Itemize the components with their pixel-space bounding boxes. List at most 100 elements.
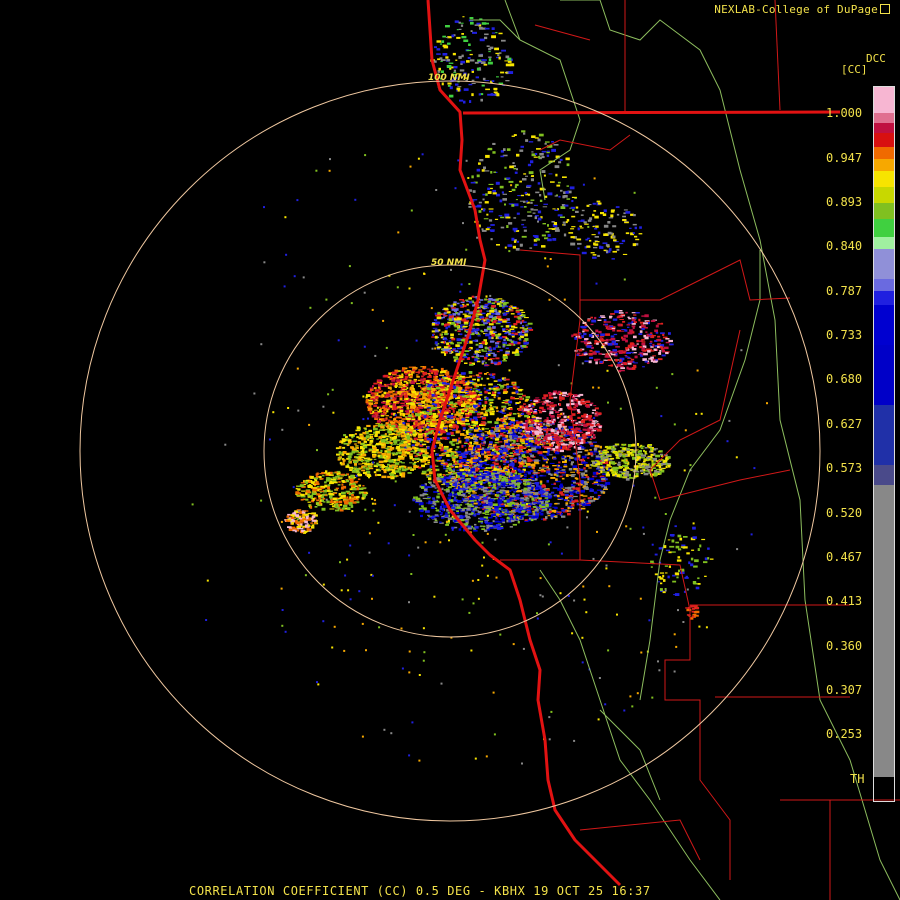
radar-echo-pixel — [383, 374, 389, 378]
radar-echo-pixel — [493, 353, 497, 357]
radar-echo-pixel — [339, 504, 343, 506]
radar-echo-pixel — [480, 324, 485, 326]
radar-echo-pixel — [461, 318, 467, 322]
radar-echo-pixel — [481, 417, 487, 420]
radar-echo-pixel — [399, 442, 404, 445]
radar-echo-pixel — [483, 356, 488, 360]
radar-echo-pixel — [477, 323, 480, 326]
radar-echo-pixel — [404, 438, 407, 440]
radar-echo-pixel — [519, 316, 524, 318]
radar-echo-pixel — [375, 430, 380, 434]
radar-echo-pixel — [515, 320, 521, 324]
radar-echo-pixel — [443, 427, 448, 429]
radar-echo-pixel — [481, 421, 486, 423]
radar-echo-pixel — [460, 372, 466, 375]
radar-echo-pixel — [506, 383, 509, 386]
radar-echo-pixel — [655, 324, 659, 328]
radar-echo-pixel — [404, 410, 408, 412]
radar-echo-pixel — [477, 335, 481, 337]
radar-echo-pixel — [401, 420, 405, 423]
radar-echo-pixel — [369, 467, 374, 470]
radar-echo-pixel — [496, 395, 499, 397]
radar-echo-pixel — [514, 398, 519, 400]
radar-echo-pixel — [472, 437, 478, 441]
radar-echo-pixel — [453, 356, 459, 359]
radar-echo-pixel — [415, 443, 419, 447]
radar-echo-pixel — [472, 395, 475, 397]
radar-echo-pixel — [329, 495, 333, 499]
radar-echo-pixel — [457, 312, 461, 316]
radar-echo-pixel — [593, 450, 597, 453]
radar-echo-pixel — [441, 382, 447, 385]
radar-echo-pixel — [300, 485, 305, 487]
radar-echo-pixel — [517, 412, 520, 415]
radar-echo-pixel — [381, 419, 386, 422]
radar-echo-pixel — [512, 434, 515, 437]
radar-echo-pixel — [422, 371, 427, 375]
radar-echo-pixel — [371, 450, 376, 454]
radar-echo-pixel — [628, 317, 632, 320]
radar-echo-pixel — [462, 463, 468, 465]
radar-echo-pixel — [476, 433, 481, 437]
radar-echo-pixel — [472, 492, 477, 494]
radar-echo-pixel — [342, 497, 346, 499]
radar-echo-pixel — [299, 520, 305, 522]
radar-echo-pixel — [335, 501, 339, 503]
radar-echo-pixel — [507, 447, 511, 449]
radar-echo-pixel — [522, 435, 526, 437]
radar-echo-pixel — [338, 456, 342, 458]
radar-echo-pixel — [496, 302, 500, 306]
radar-echo-pixel — [497, 435, 503, 437]
radar-echo-pixel — [462, 434, 467, 436]
radar-echo-pixel — [386, 453, 391, 456]
radar-echo-pixel — [384, 395, 387, 398]
radar-echo-pixel — [469, 453, 472, 455]
radar-echo-pixel — [392, 393, 398, 396]
radar-echo-pixel — [338, 500, 343, 504]
radar-echo-pixel — [560, 512, 563, 515]
radar-echo-pixel — [501, 401, 505, 404]
radar-echo-pixel — [518, 459, 522, 462]
radar-echo-pixel — [499, 349, 503, 352]
radar-echo-pixel — [515, 424, 520, 426]
radar-echo-pixel — [331, 478, 336, 481]
radar-echo-pixel — [335, 509, 340, 512]
radar-echo-pixel — [465, 417, 470, 419]
radar-echo-pixel — [496, 315, 502, 319]
radar-echo-pixel — [554, 503, 558, 505]
radar-echo-pixel — [454, 350, 459, 353]
radar-echo-pixel — [361, 442, 364, 446]
radar-echo-pixel — [501, 300, 505, 303]
radar-echo-pixel — [509, 452, 514, 455]
radar-echo-pixel — [324, 481, 327, 484]
radar-echo-pixel — [518, 393, 523, 395]
radar-echo-pixel — [573, 481, 576, 484]
radar-echo-pixel — [513, 323, 518, 326]
radar-echo-pixel — [348, 434, 354, 437]
radar-echo-pixel — [445, 425, 448, 427]
radar-echo-pixel — [399, 466, 402, 468]
radar-echo-pixel — [546, 510, 549, 514]
radar-echo-pixel — [425, 419, 431, 421]
radar-echo-pixel — [394, 428, 398, 430]
radar-echo-pixel — [356, 498, 359, 501]
radar-echo-pixel — [515, 349, 518, 352]
radar-echo-pixel — [473, 329, 477, 331]
radar-echo-pixel — [400, 457, 405, 460]
radar-echo-pixel — [524, 333, 528, 337]
radar-echo-pixel — [334, 506, 338, 508]
radar-echo-pixel — [409, 433, 412, 436]
radar-map — [79, 0, 900, 900]
radar-echo-pixel — [409, 429, 414, 432]
radar-echo-pixel — [476, 468, 479, 472]
radar-echo-pixel — [348, 441, 352, 444]
radar-echo-pixel — [443, 307, 449, 310]
radar-echo-pixel — [394, 462, 400, 465]
radar-echo-pixel — [414, 457, 420, 461]
radar-echo-pixel — [345, 479, 350, 483]
radar-echo-pixel — [556, 494, 560, 498]
radar-echo-pixel — [502, 354, 508, 357]
radar-echo-pixel — [613, 343, 618, 346]
radar-echo-pixel — [385, 422, 389, 425]
radar-echo-pixel — [375, 449, 379, 451]
